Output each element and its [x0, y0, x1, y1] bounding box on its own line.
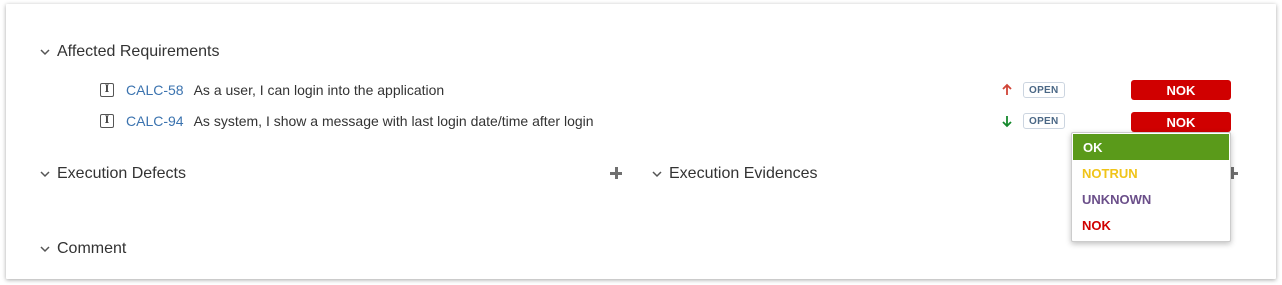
arrow-up-icon [1000, 82, 1014, 96]
requirement-row: I CALC-94 As system, I show a message wi… [96, 110, 1236, 132]
execution-defects-toggle[interactable]: Execution Defects [38, 165, 186, 183]
chevron-down-icon [38, 167, 52, 181]
issue-type-icon: I [100, 114, 114, 128]
requirement-result-button[interactable]: NOK [1131, 80, 1231, 100]
comment-toggle[interactable]: Comment [38, 240, 126, 258]
section-title: Execution Evidences [669, 165, 818, 182]
result-dropdown-menu: OK NOTRUN UNKNOWN NOK [1071, 132, 1231, 242]
status-lozenge: OPEN [1023, 82, 1065, 98]
issue-key-link[interactable]: CALC-94 [126, 113, 184, 129]
section-title: Comment [57, 240, 127, 257]
result-option-nok[interactable]: NOK [1072, 212, 1230, 238]
chevron-down-icon [38, 45, 52, 59]
add-defect-plus-icon[interactable] [609, 166, 623, 180]
section-title: Execution Defects [57, 165, 186, 182]
section-title: Affected Requirements [57, 43, 220, 60]
arrow-down-icon [1000, 114, 1014, 128]
result-option-notrun[interactable]: NOTRUN [1072, 160, 1230, 186]
issue-type-icon: I [100, 83, 114, 97]
affected-requirements-toggle[interactable]: Affected Requirements [38, 43, 219, 61]
execution-evidences-toggle[interactable]: Execution Evidences [650, 165, 818, 183]
status-lozenge: OPEN [1023, 113, 1065, 129]
requirement-row: I CALC-58 As a user, I can login into th… [96, 79, 1236, 101]
issue-key-link[interactable]: CALC-58 [126, 82, 184, 98]
result-option-unknown[interactable]: UNKNOWN [1072, 186, 1230, 212]
issue-summary: As a user, I can login into the applicat… [193, 82, 445, 98]
chevron-down-icon [650, 167, 664, 181]
result-option-ok[interactable]: OK [1073, 134, 1229, 160]
chevron-down-icon [38, 242, 52, 256]
issue-summary: As system, I show a message with last lo… [193, 113, 594, 129]
requirement-result-button[interactable]: NOK [1131, 112, 1231, 132]
